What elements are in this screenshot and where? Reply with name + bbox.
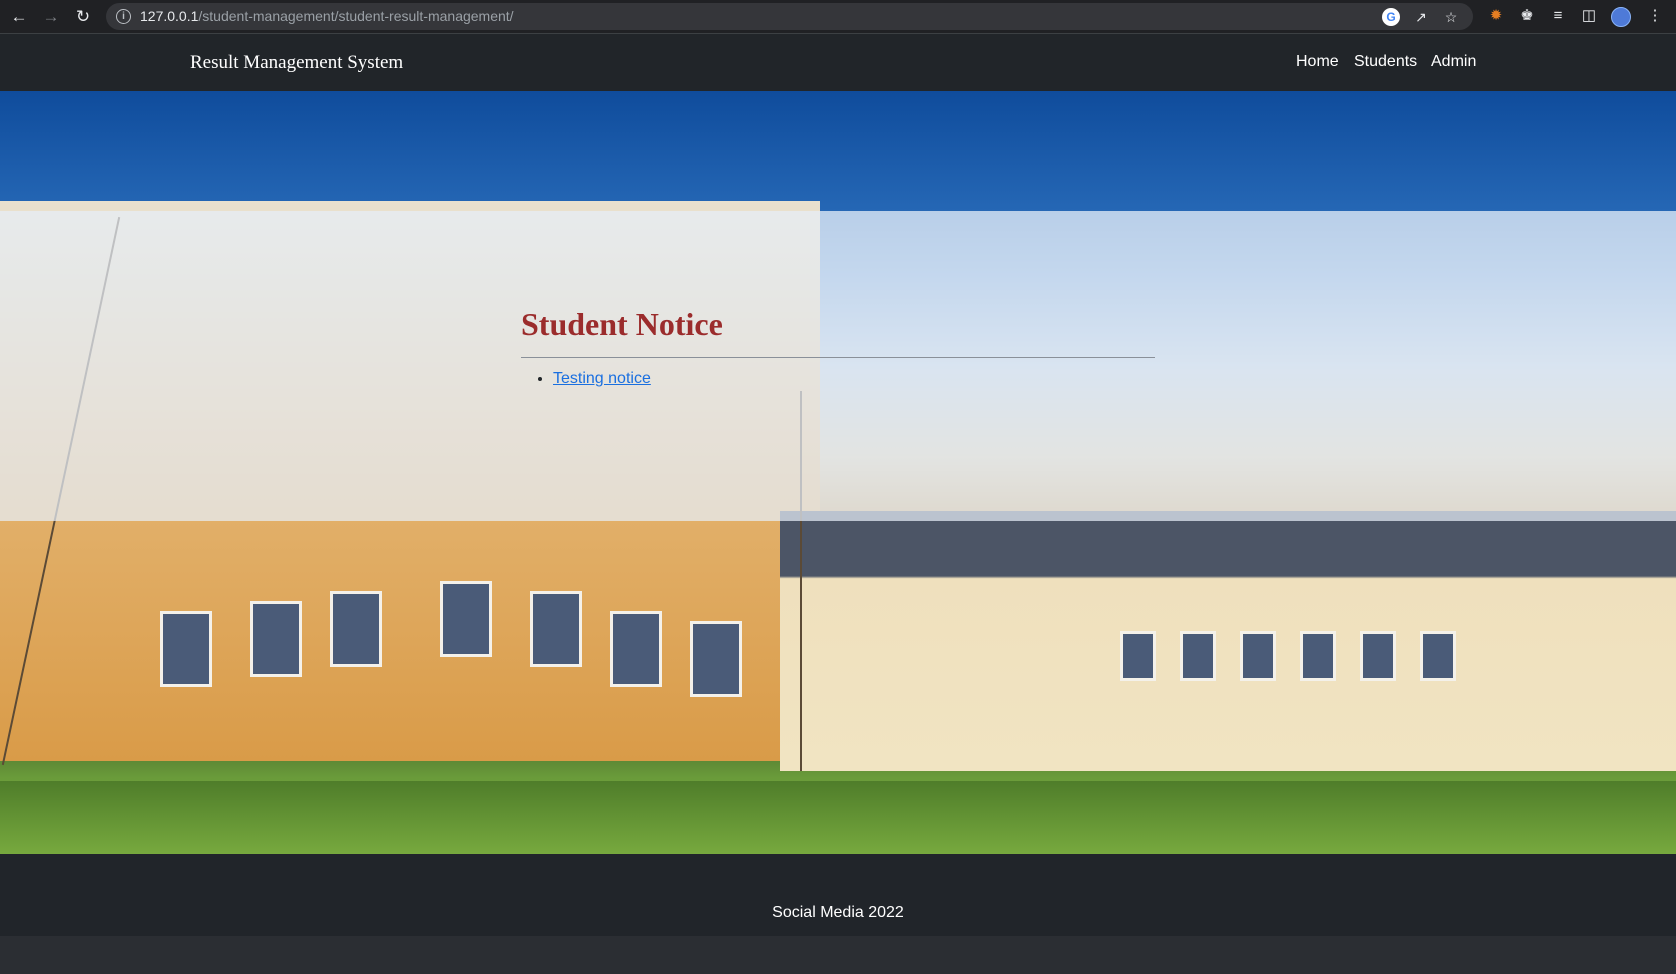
nav-link-students[interactable]: Students <box>1354 53 1417 71</box>
site-footer: Social Media 2022 <box>0 854 1676 936</box>
side-panel-icon[interactable]: ◫ <box>1579 6 1599 26</box>
extensions-puzzle-icon[interactable]: ♚ <box>1517 6 1537 26</box>
url-text[interactable]: 127.0.0.1/student-management/student-res… <box>140 8 514 24</box>
footer-text: Social Media 2022 <box>772 904 904 921</box>
forward-icon[interactable]: → <box>40 6 62 28</box>
window <box>330 591 382 667</box>
share-icon[interactable]: ↗ <box>1412 8 1430 26</box>
address-bar[interactable]: i 127.0.0.1/student-management/student-r… <box>106 3 1473 30</box>
window <box>1180 631 1216 681</box>
building-right <box>780 511 1676 771</box>
window <box>1300 631 1336 681</box>
window <box>1420 631 1456 681</box>
google-lens-icon[interactable]: G <box>1382 8 1400 26</box>
bookmark-star-icon[interactable]: ☆ <box>1442 8 1460 26</box>
nav-link-admin[interactable]: Admin <box>1431 53 1476 71</box>
notice-list: Testing notice <box>521 370 1155 388</box>
list-item: Testing notice <box>553 370 1155 388</box>
window <box>250 601 302 677</box>
browser-toolbar: ← → ↻ i 127.0.0.1/student-management/stu… <box>0 0 1676 34</box>
sky <box>0 91 1676 211</box>
window <box>160 611 212 687</box>
page-bottom <box>0 936 1676 974</box>
reading-list-icon[interactable]: ≡ <box>1548 6 1568 26</box>
window <box>610 611 662 687</box>
window <box>1120 631 1156 681</box>
lawn <box>0 781 1676 854</box>
notice-title: Student Notice <box>521 306 1155 358</box>
notice-content: Student Notice Testing notice <box>521 306 1155 388</box>
hero-background-image: Student Notice Testing notice <box>0 91 1676 854</box>
notice-link[interactable]: Testing notice <box>553 370 651 387</box>
site-brand[interactable]: Result Management System <box>190 52 403 74</box>
site-info-icon[interactable]: i <box>116 9 131 24</box>
window <box>1360 631 1396 681</box>
profile-avatar[interactable] <box>1611 7 1631 27</box>
menu-kebab-icon[interactable]: ⋮ <box>1645 6 1665 26</box>
window <box>690 621 742 697</box>
reload-icon[interactable]: ↻ <box>72 6 94 28</box>
window <box>530 591 582 667</box>
nav-link-home[interactable]: Home <box>1296 53 1339 71</box>
window <box>440 581 492 657</box>
site-navbar: Result Management System Home Students A… <box>0 34 1676 91</box>
back-icon[interactable]: ← <box>8 6 30 28</box>
extension-cookie-icon[interactable]: ✹ <box>1486 6 1506 26</box>
notice-panel: Student Notice Testing notice <box>0 211 1676 521</box>
window <box>1240 631 1276 681</box>
